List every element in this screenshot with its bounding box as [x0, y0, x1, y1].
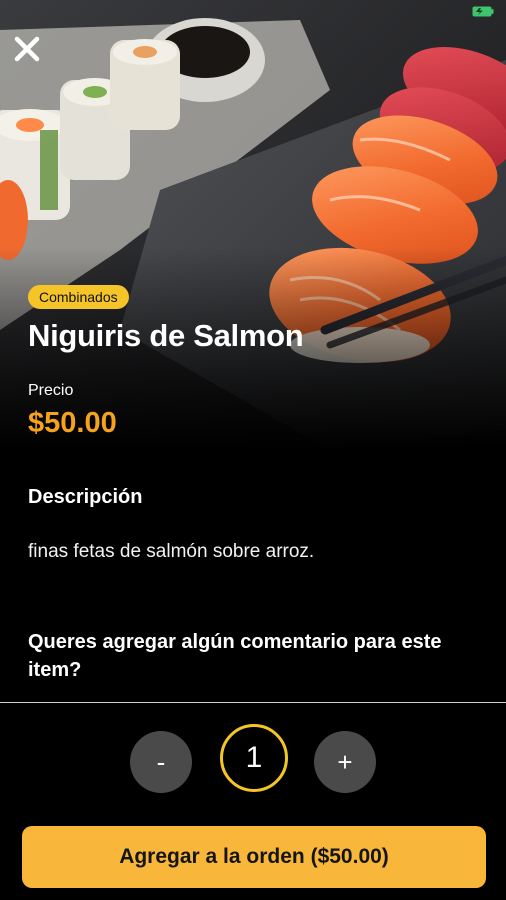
battery-charging-icon [472, 6, 494, 17]
decrease-quantity-button[interactable]: - [130, 731, 192, 793]
sushi-photo [0, 0, 506, 450]
category-badge: Combinados [28, 285, 129, 309]
close-icon [14, 36, 40, 62]
add-to-order-button[interactable]: Agregar a la orden ($50.00) [22, 826, 486, 888]
description-text: finas fetas de salmón sobre arroz. [28, 541, 315, 562]
quantity-value: 1 [220, 724, 288, 792]
product-hero: Combinados Niguiris de Salmon Precio $50… [0, 0, 506, 450]
increase-quantity-button[interactable]: + [314, 731, 376, 793]
close-button[interactable] [14, 36, 48, 70]
price-label: Precio [28, 382, 74, 399]
product-title: Niguiris de Salmon [28, 318, 304, 353]
comment-prompt[interactable]: Queres agregar algún comentario para est… [28, 628, 488, 684]
divider [0, 702, 506, 703]
description-heading: Descripción [28, 486, 143, 508]
price-value: $50.00 [28, 407, 117, 439]
